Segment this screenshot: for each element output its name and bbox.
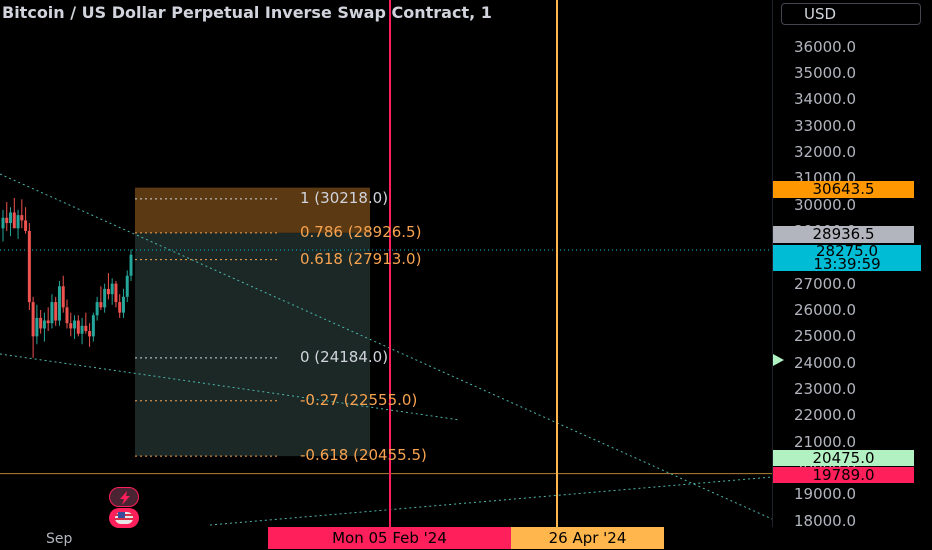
marker-date-badge: 26 Apr '24 [511, 527, 664, 549]
time-axis-month-label: Sep [46, 531, 73, 547]
fib-level-label[interactable]: -0.618 (20455.5) [300, 447, 427, 463]
candle-body [46, 320, 50, 324]
fib-level-label[interactable]: 0.618 (27913.0) [300, 251, 421, 267]
price-tick-label: 26000.0 [794, 301, 857, 319]
candle-body [9, 212, 13, 224]
price-tick-label: 25000.0 [794, 327, 857, 346]
symbol-title[interactable]: Bitcoin / US Dollar Perpetual Inverse Sw… [2, 3, 772, 25]
candle-body [50, 302, 54, 324]
price-tick-label: 19000.0 [794, 485, 857, 504]
candle-body [57, 286, 61, 321]
crosshair-price-badge: 28936.5 [773, 226, 914, 243]
level-bottom-price-badge: 19789.0 [773, 467, 914, 483]
fib-zero-arrow-icon [773, 354, 784, 366]
candle-body [88, 331, 92, 337]
bar-countdown: 13:39:59 [813, 255, 881, 273]
price-tick-label: 36000.0 [794, 37, 857, 56]
currency-selector[interactable]: USD [781, 3, 921, 25]
candle-body [125, 275, 129, 297]
candle-body [65, 307, 69, 324]
price-tick-label: 35000.0 [794, 63, 857, 82]
flag-glyph [115, 512, 133, 524]
lightning-alert-icon[interactable] [109, 487, 139, 507]
price-tick-label: 30000.0 [794, 195, 857, 214]
candle-body [24, 220, 28, 231]
candle-body [103, 288, 107, 308]
price-tick-label: 22000.0 [794, 406, 857, 425]
chart-window: Bitcoin / US Dollar Perpetual Inverse Sw… [0, 0, 932, 550]
candle-body [76, 320, 80, 334]
candle-body [84, 325, 88, 332]
candle-body [20, 215, 24, 221]
lightning-glyph [120, 491, 130, 505]
candle-body [5, 217, 9, 224]
candle-body [110, 283, 114, 295]
price-tick-label: 23000.0 [794, 380, 857, 399]
candle-body [16, 215, 20, 229]
candle-body [73, 320, 77, 329]
cursor-date-badge: Mon 05 Feb '24 [268, 527, 511, 549]
candle-body [61, 286, 65, 308]
candle-body [114, 283, 118, 303]
candle-body [121, 296, 125, 313]
candles [1, 198, 133, 358]
last-price-badge: 28275.0 13:39:59 [773, 244, 921, 273]
trend-line-ascending [209, 476, 773, 526]
candle-body [129, 254, 133, 276]
fib-level-label[interactable]: 0 (24184.0) [300, 349, 388, 365]
price-tick-label: 21000.0 [794, 432, 857, 451]
candle-body [39, 317, 43, 329]
level-low-price-badge: 20475.0 [773, 450, 914, 466]
fib-level-label[interactable]: 1 (30218.0) [300, 190, 388, 206]
candle-body [118, 302, 122, 313]
price-tick-label: 34000.0 [794, 90, 857, 109]
candle-body [31, 302, 35, 337]
price-tick-label: 27000.0 [794, 274, 857, 293]
us-economic-event-flag-icon[interactable] [109, 508, 139, 528]
fib-level-label[interactable]: 0.786 (28926.5) [300, 224, 421, 240]
candle-body [91, 315, 95, 337]
candle-body [54, 302, 58, 321]
candle-body [80, 325, 84, 334]
candle-body [35, 317, 39, 337]
price-tick-label: 24000.0 [794, 353, 857, 372]
candle-body [42, 320, 46, 329]
price-tick-label: 33000.0 [794, 116, 857, 135]
price-tick-label: 32000.0 [794, 142, 857, 161]
candle-body [12, 212, 16, 229]
fib-level-label[interactable]: -0.27 (22555.0) [300, 392, 417, 408]
candle-body [95, 302, 99, 316]
candle-body [99, 302, 103, 308]
candle-body [106, 288, 110, 295]
fib-top-price-badge: 30643.5 [773, 181, 914, 198]
candle-body [69, 323, 73, 329]
candle-body [1, 217, 5, 229]
price-tick-label: 18000.0 [794, 511, 857, 530]
candle-body [27, 230, 31, 303]
